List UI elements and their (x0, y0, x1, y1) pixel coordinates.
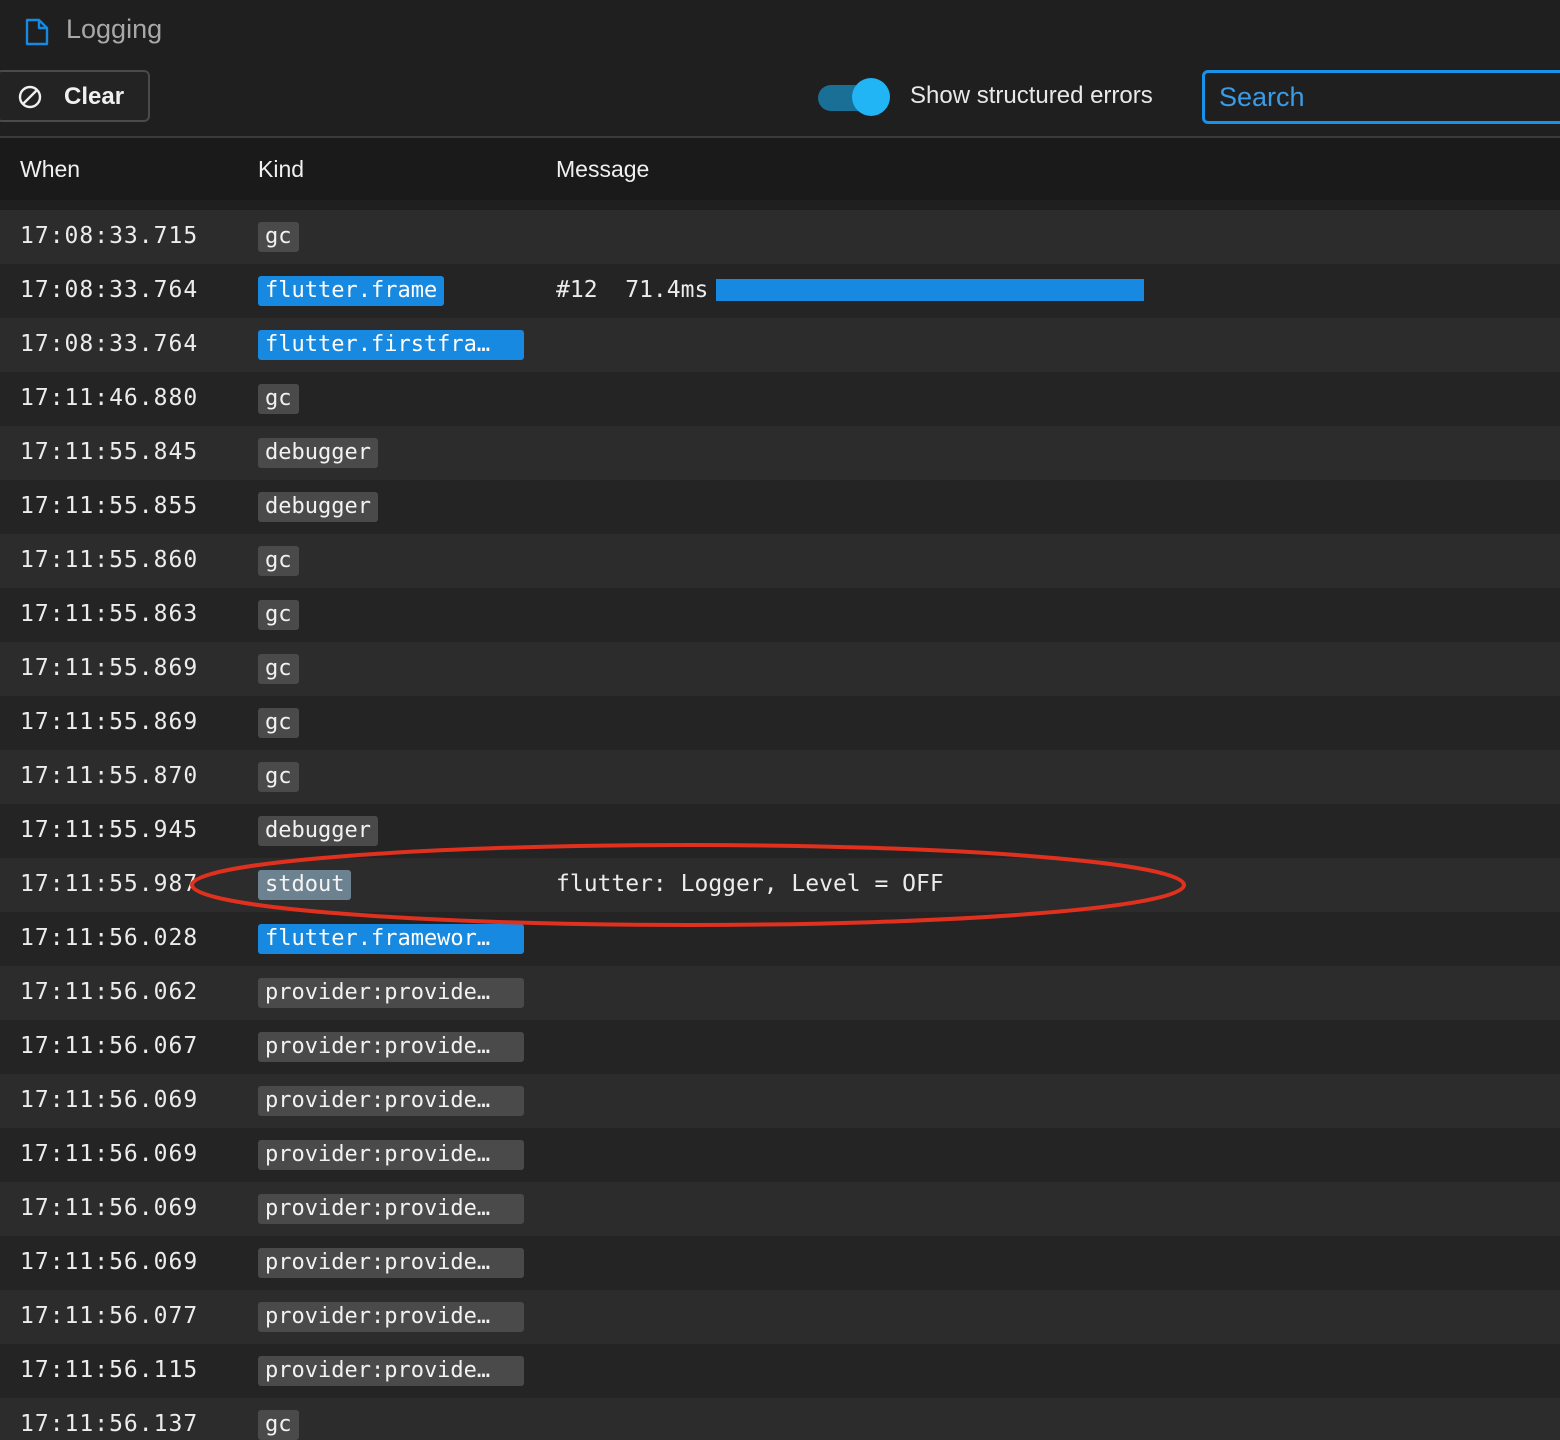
log-row[interactable]: 17:11:55.987 stdout flutter: Logger, Level… (0, 858, 1560, 912)
log-row[interactable]: 17:11:55.845 debugger (0, 426, 1560, 480)
log-row-when: 17:11:46.880 (20, 385, 199, 411)
structured-errors-label: Show structured errors (910, 82, 1153, 109)
log-kind-chip: provider:provide… (258, 978, 524, 1008)
log-kind-chip: gc (258, 1410, 299, 1440)
log-row-when: 17:11:55.869 (20, 709, 199, 735)
log-row-when: 17:11:55.870 (20, 763, 199, 789)
logging-panel: Logging Clear Show structured errors Whe… (0, 0, 1560, 1440)
log-row-when: 17:11:56.069 (20, 1249, 199, 1275)
log-row-when: 17:08:33.715 (20, 223, 199, 249)
panel-title-bar: Logging (0, 0, 1560, 64)
structured-errors-toggle[interactable] (818, 78, 892, 116)
log-kind-chip: gc (258, 762, 299, 792)
log-kind-chip: gc (258, 654, 299, 684)
log-kind-chip: provider:provide… (258, 1194, 524, 1224)
log-row[interactable]: 17:11:46.880 gc (0, 372, 1560, 426)
log-row-when: 17:08:33.764 (20, 331, 199, 357)
log-row[interactable]: 17:11:56.028 flutter.framewor… (0, 912, 1560, 966)
log-row-when: 17:11:56.137 (20, 1411, 199, 1437)
toggle-knob (852, 78, 890, 116)
log-row[interactable]: 17:11:56.069 provider:provide… (0, 1128, 1560, 1182)
log-kind-chip: debugger (258, 492, 378, 522)
document-icon (25, 18, 49, 46)
log-row[interactable]: 17:11:55.869 gc (0, 642, 1560, 696)
log-row[interactable]: 17:11:55.860 gc (0, 534, 1560, 588)
log-row-when: 17:11:56.069 (20, 1141, 199, 1167)
log-kind-chip: stdout (258, 870, 352, 900)
log-row[interactable]: 17:11:56.077 provider:provide… (0, 1290, 1560, 1344)
log-kind-chip: provider:provide… (258, 1302, 524, 1332)
log-row-when: 17:11:56.028 (20, 925, 199, 951)
panel-title: Logging (66, 14, 163, 44)
log-row[interactable]: 17:11:56.137 gc (0, 1398, 1560, 1440)
log-kind-chip: provider:provide… (258, 1086, 524, 1116)
log-row[interactable]: 17:11:56.069 provider:provide… (0, 1182, 1560, 1236)
log-row[interactable]: 17:11:55.870 gc (0, 750, 1560, 804)
log-row-when: 17:11:56.069 (20, 1087, 199, 1113)
log-row[interactable]: 17:11:56.067 provider:provide… (0, 1020, 1560, 1074)
log-kind-chip: provider:provide… (258, 1140, 524, 1170)
log-kind-chip: provider:provide… (258, 1032, 524, 1062)
log-row[interactable]: 17:11:56.069 provider:provide… (0, 1236, 1560, 1290)
log-row-when: 17:11:55.860 (20, 547, 199, 573)
log-row[interactable]: 17:08:33.764 flutter.firstfra… (0, 318, 1560, 372)
log-kind-chip: flutter.frame (258, 276, 445, 306)
log-kind-chip: gc (258, 708, 299, 738)
log-row-when: 17:11:56.067 (20, 1033, 199, 1059)
log-table-body: 17:08:33.715 gc 17:08:33.764 flutter.frame #… (0, 210, 1560, 1440)
column-header-kind[interactable]: Kind (258, 156, 304, 183)
log-row-message: #12 71.4ms (556, 277, 709, 303)
log-row[interactable]: 17:11:56.115 provider:provide… (0, 1344, 1560, 1398)
log-row-when: 17:11:55.945 (20, 817, 199, 843)
log-row[interactable]: 17:11:56.062 provider:provide… (0, 966, 1560, 1020)
log-kind-chip: flutter.firstfra… (258, 330, 524, 360)
log-kind-chip: gc (258, 384, 299, 414)
log-kind-chip: provider:provide… (258, 1356, 524, 1386)
log-kind-chip: flutter.framewor… (258, 924, 524, 954)
log-row[interactable]: 17:11:55.863 gc (0, 588, 1560, 642)
table-header: When Kind Message (0, 138, 1560, 200)
log-kind-chip: gc (258, 600, 299, 630)
log-row-when: 17:11:56.077 (20, 1303, 199, 1329)
log-row-when: 17:08:33.764 (20, 277, 199, 303)
log-row-when: 17:11:55.863 (20, 601, 199, 627)
toolbar: Clear Show structured errors (0, 64, 1560, 138)
log-row-when: 17:11:55.855 (20, 493, 199, 519)
log-row-when: 17:11:55.845 (20, 439, 199, 465)
log-row-when: 17:11:56.115 (20, 1357, 199, 1383)
log-row-when: 17:11:56.069 (20, 1195, 199, 1221)
log-row-when: 17:11:55.987 (20, 871, 199, 897)
log-kind-chip: gc (258, 546, 299, 576)
log-row-message: flutter: Logger, Level = OFF (556, 871, 944, 897)
log-kind-chip: gc (258, 222, 299, 252)
log-row-when: 17:11:55.869 (20, 655, 199, 681)
search-input[interactable] (1202, 70, 1560, 124)
clear-button[interactable]: Clear (0, 70, 150, 122)
log-row[interactable]: 17:11:55.855 debugger (0, 480, 1560, 534)
log-row[interactable]: 17:08:33.715 gc (0, 210, 1560, 264)
log-row[interactable]: 17:11:56.069 provider:provide… (0, 1074, 1560, 1128)
log-kind-chip: provider:provide… (258, 1248, 524, 1278)
log-row[interactable]: 17:11:55.945 debugger (0, 804, 1560, 858)
column-header-message[interactable]: Message (556, 156, 649, 183)
frame-duration-bar (716, 279, 1144, 301)
log-kind-chip: debugger (258, 816, 378, 846)
column-header-when[interactable]: When (20, 156, 80, 183)
log-row[interactable]: 17:08:33.764 flutter.frame #12 71.4ms (0, 264, 1560, 318)
block-icon (18, 85, 42, 109)
log-kind-chip: debugger (258, 438, 378, 468)
log-row-when: 17:11:56.062 (20, 979, 199, 1005)
clear-button-label: Clear (64, 83, 125, 110)
log-row[interactable]: 17:11:55.869 gc (0, 696, 1560, 750)
